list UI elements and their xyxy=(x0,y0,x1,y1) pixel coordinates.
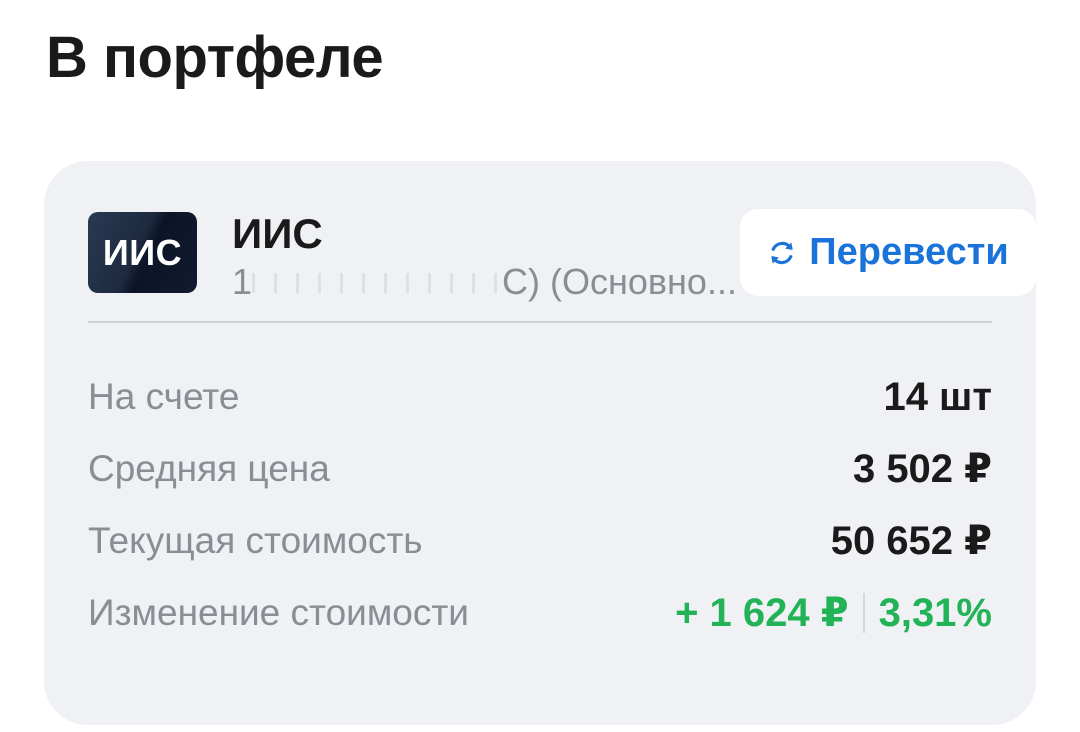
detail-label: Изменение стоимости xyxy=(88,592,469,633)
value-change-absolute: + 1 624 ₽ xyxy=(675,591,849,635)
account-logo: ИИС xyxy=(88,212,197,293)
transfer-button[interactable]: Перевести xyxy=(740,209,1036,296)
detail-row-value-change: Изменение стоимости + 1 624 ₽ 3,31% xyxy=(88,577,992,649)
value-change: + 1 624 ₽ 3,31% xyxy=(675,590,992,636)
detail-value: 14 шт xyxy=(883,374,992,419)
detail-label: На счете xyxy=(88,376,240,417)
detail-label: Средняя цена xyxy=(88,448,330,489)
value-change-separator xyxy=(862,593,865,633)
detail-row-current-value: Текущая стоимость 50 652 ₽ xyxy=(88,505,992,577)
value-change-percent: 3,31% xyxy=(878,590,992,635)
detail-value: 3 502 ₽ xyxy=(852,447,992,491)
account-header: ИИС ИИС 1 С) (Основно... Перевести xyxy=(88,209,1036,321)
page-title: В портфеле xyxy=(46,25,384,90)
portfolio-card: ИИС ИИС 1 С) (Основно... Перевести На сче… xyxy=(44,161,1036,725)
refresh-icon xyxy=(771,241,793,264)
detail-row-average-price: Средняя цена 3 502 ₽ xyxy=(88,433,992,505)
details-list: На счете 14 шт Средняя цена 3 502 ₽ Теку… xyxy=(88,361,992,649)
detail-row-quantity: На счете 14 шт xyxy=(88,361,992,433)
account-number-prefix: 1 xyxy=(232,261,253,302)
portfolio-screen: В портфеле ИИС ИИС 1 С) (Основно... Перев… xyxy=(0,0,1080,732)
account-name: ИИС xyxy=(232,210,323,257)
account-type: С) (Основно... xyxy=(502,261,737,302)
masked-account-number xyxy=(252,269,503,300)
account-subtitle: 1 С) (Основно... xyxy=(232,259,752,305)
detail-value: 50 652 ₽ xyxy=(830,519,992,563)
detail-label: Текущая стоимость xyxy=(88,520,423,561)
transfer-button-label: Перевести xyxy=(809,231,1009,273)
divider xyxy=(88,321,992,323)
